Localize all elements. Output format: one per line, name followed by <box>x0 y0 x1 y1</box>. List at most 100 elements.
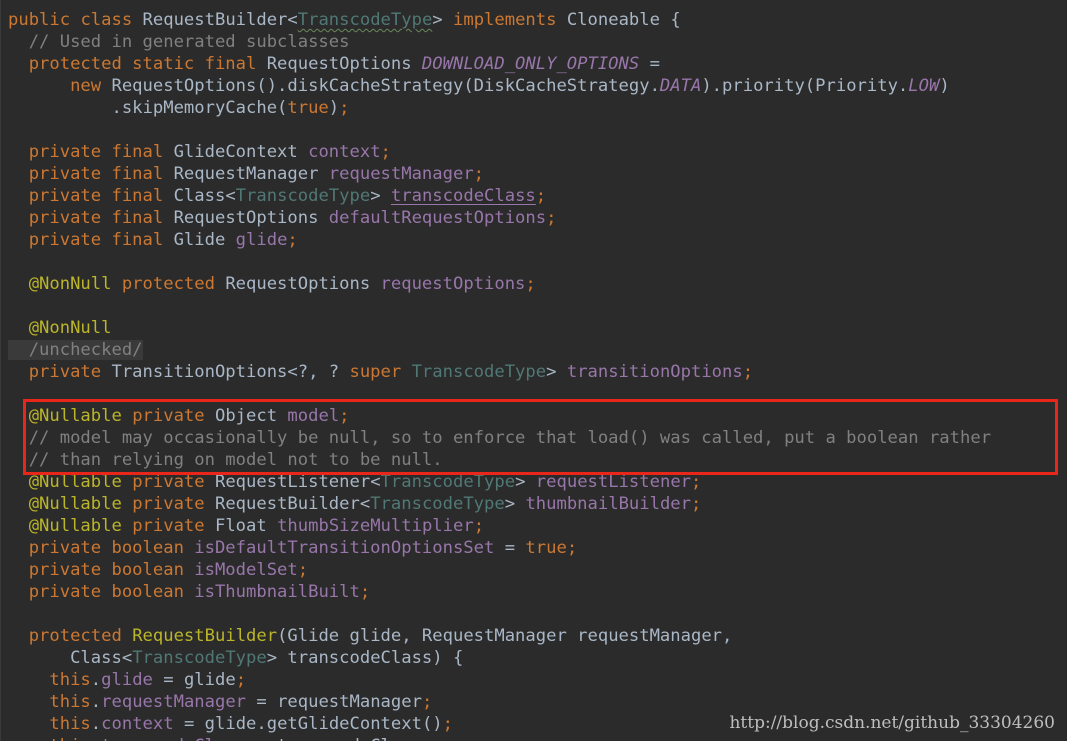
code-token: . <box>90 670 102 690</box>
code-token: this <box>8 714 91 734</box>
code-token: . <box>91 736 101 741</box>
code-line[interactable]: Class<TranscodeType> transcodeClass) { <box>8 647 463 669</box>
code-token: RequestBuilder <box>142 10 288 30</box>
code-line[interactable]: private TransitionOptions<?, ? super Tra… <box>8 361 753 383</box>
code-line[interactable]: this.glide = glide; <box>8 669 246 691</box>
code-token: ; <box>691 494 702 514</box>
code-token: implements <box>453 10 567 30</box>
code-token: defaultRequestOptions <box>328 208 547 228</box>
code-token: new <box>8 76 112 96</box>
code-line[interactable]: @Nullable private Object model; <box>8 405 350 427</box>
code-token: this <box>8 736 90 741</box>
code-token: TranscodeType <box>132 648 267 668</box>
code-token: isDefaultTransitionOptionsSet <box>194 538 505 558</box>
watermark-text: http://blog.csdn.net/github_33304260 <box>729 713 1055 733</box>
code-token: isModelSet <box>194 560 298 580</box>
code-token: ; <box>422 736 432 741</box>
code-token: isThumbnailBuilt <box>194 582 360 602</box>
code-token: < <box>287 10 298 30</box>
code-token: . <box>90 692 102 712</box>
code-token: transitionOptions <box>566 362 743 382</box>
code-token: true <box>525 538 567 558</box>
code-token: private <box>132 406 215 426</box>
code-line[interactable]: // than relying on model not to be null. <box>8 449 443 471</box>
code-token: @NonNull <box>8 274 122 294</box>
code-token: ; <box>421 692 433 712</box>
code-token: private <box>132 516 215 536</box>
code-token: private final <box>8 186 174 206</box>
code-line[interactable]: private final GlideContext context; <box>8 141 391 163</box>
code-token: > <box>504 494 526 514</box>
code-line[interactable]: @Nullable private Float thumbSizeMultipl… <box>8 515 484 537</box>
code-line[interactable]: protected static final RequestOptions DO… <box>8 53 660 75</box>
code-line[interactable]: protected RequestBuilder(Glide glide, Re… <box>8 625 733 647</box>
code-token: DATA <box>659 76 702 96</box>
code-line[interactable]: this.transcodeClass = transcodeClass; <box>8 735 432 741</box>
code-line[interactable]: @Nullable private RequestListener<Transc… <box>8 471 702 493</box>
code-token: ; <box>339 406 350 426</box>
code-token: protected <box>8 626 133 646</box>
code-token: ; <box>359 582 371 602</box>
code-line[interactable]: private boolean isDefaultTransitionOptio… <box>8 537 577 559</box>
code-line[interactable]: @NonNull <box>8 317 112 339</box>
code-token: this <box>8 670 91 690</box>
code-token: protected <box>121 274 226 294</box>
code-token: RequestOptions <box>111 76 257 96</box>
code-token: > <box>370 186 391 206</box>
code-token: @Nullable <box>8 406 133 426</box>
code-token: RequestListener< <box>214 472 381 492</box>
code-token: > <box>515 472 536 492</box>
code-token: ; <box>473 516 485 536</box>
code-token: model <box>287 406 340 426</box>
code-token: = transcodeClass <box>256 736 422 741</box>
code-line[interactable]: private final Class<TranscodeType> trans… <box>8 185 546 207</box>
code-line[interactable]: .skipMemoryCache(true); <box>8 97 349 119</box>
code-token: private boolean <box>8 560 195 580</box>
code-line[interactable]: private boolean isThumbnailBuilt; <box>8 581 371 603</box>
code-token: Glide <box>173 230 236 250</box>
code-token: ; <box>691 472 702 492</box>
code-token: Class< <box>8 648 133 668</box>
code-line[interactable]: // model may occasionally be null, so to… <box>8 427 991 449</box>
code-token: .skipMemoryCache( <box>8 98 288 118</box>
code-line[interactable]: this.requestManager = requestManager; <box>8 691 432 713</box>
code-token: class <box>80 10 143 30</box>
code-token: ; <box>742 362 754 382</box>
code-line[interactable]: private boolean isModelSet; <box>8 559 308 581</box>
code-token: // than relying on model not to be null. <box>8 450 443 470</box>
code-token: private boolean <box>8 582 195 602</box>
code-token: ; <box>525 274 536 294</box>
code-line[interactable]: @Nullable private RequestBuilder<Transco… <box>8 493 702 515</box>
code-line[interactable]: private final RequestManager requestMana… <box>8 163 484 185</box>
code-token: RequestBuilder< <box>214 494 371 514</box>
code-token: DOWNLOAD_ONLY_OPTIONS <box>421 54 650 74</box>
code-line[interactable]: private final Glide glide; <box>8 229 298 251</box>
code-token: /unchecked/ <box>8 340 143 360</box>
code-editor[interactable]: public class RequestBuilder<TranscodeTyp… <box>0 0 1067 741</box>
code-token: ().diskCacheStrategy(DiskCacheStrategy. <box>256 76 660 96</box>
code-token: ).priority(Priority. <box>701 76 909 96</box>
code-token: ; <box>535 186 547 206</box>
code-line[interactable]: @NonNull protected RequestOptions reques… <box>8 273 536 295</box>
code-token: glide <box>235 230 288 250</box>
code-token: = <box>649 54 660 74</box>
code-line[interactable]: new RequestOptions().diskCacheStrategy(D… <box>8 75 950 97</box>
code-token: > <box>432 10 453 30</box>
code-token: TransitionOptions<?, ? <box>111 362 350 382</box>
code-line[interactable]: /unchecked/ <box>8 339 143 361</box>
code-token: thumbnailBuilder <box>525 494 692 514</box>
code-token: ) <box>328 98 340 118</box>
code-line[interactable]: public class RequestBuilder<TranscodeTyp… <box>8 9 681 31</box>
code-line[interactable]: // Used in generated subclasses <box>8 31 350 53</box>
code-token: ; <box>287 230 298 250</box>
code-line[interactable]: private final RequestOptions defaultRequ… <box>8 207 557 229</box>
code-token: ; <box>380 142 391 162</box>
code-line[interactable]: this.context = glide.getGlideContext(); <box>8 713 453 735</box>
code-token: context <box>308 142 381 162</box>
code-token: // model may occasionally be null, so to… <box>8 428 992 448</box>
code-token: private final <box>8 208 174 228</box>
code-token: = glide.getGlideContext() <box>183 714 443 734</box>
code-token: private final <box>8 142 174 162</box>
code-token: TranscodeType <box>380 472 516 492</box>
code-token: TranscodeType <box>370 494 505 514</box>
